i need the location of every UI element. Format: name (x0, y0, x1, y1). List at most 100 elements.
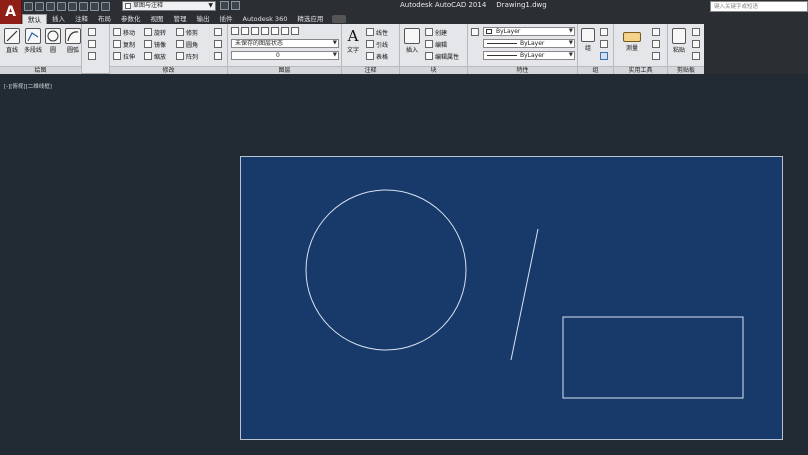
group-select-button[interactable] (600, 51, 610, 61)
polyline-tool-button[interactable]: 多段线 (22, 26, 44, 62)
leader-label: 引线 (376, 41, 389, 49)
match-properties-button[interactable] (471, 27, 481, 37)
paste-button[interactable]: 粘贴 (669, 26, 689, 62)
select-all-button[interactable] (652, 39, 662, 49)
region-tool-button[interactable] (88, 51, 98, 61)
array-button[interactable]: 阵列 (176, 51, 198, 61)
undo-icon[interactable] (79, 2, 88, 11)
layer-properties-button[interactable] (231, 26, 301, 36)
panel-modify-title[interactable]: 修改 (110, 66, 227, 74)
drawing-canvas[interactable] (241, 157, 784, 441)
linetype-sample-icon (487, 55, 517, 56)
workspace-dropdown[interactable]: 草图与注释 ▼ (122, 1, 216, 11)
ungroup-icon (600, 28, 608, 36)
cut-button[interactable] (692, 27, 702, 37)
match-button[interactable] (692, 51, 702, 61)
drawn-circle[interactable] (305, 189, 467, 351)
redo-icon[interactable] (90, 2, 99, 11)
ungroup-button[interactable] (600, 27, 610, 37)
tab-parametric[interactable]: 参数化 (116, 14, 146, 24)
insert-block-button[interactable]: 插入 (401, 26, 423, 62)
group-edit-button[interactable] (600, 39, 610, 49)
panel-block-title[interactable]: 块 (400, 66, 467, 74)
mirror-label: 镜像 (154, 41, 167, 49)
tab-plugins[interactable]: 插件 (215, 14, 238, 24)
create-block-button[interactable]: 创建 (425, 27, 447, 37)
measure-button[interactable]: 测量 (617, 26, 647, 62)
fillet-button[interactable]: 圆角 (176, 39, 198, 49)
copy-clip-button[interactable] (692, 39, 702, 49)
panel-clipboard-title[interactable]: 剪贴板 (668, 66, 704, 74)
tab-insert[interactable]: 插入 (47, 14, 70, 24)
new-file-icon[interactable] (24, 2, 33, 11)
rectangle-tool-button[interactable] (88, 27, 98, 37)
panel-properties-title[interactable]: 特性 (468, 66, 577, 74)
drawn-line[interactable] (510, 228, 539, 361)
save-as-icon[interactable] (57, 2, 66, 11)
search-input[interactable]: 键入关键字或短语 (710, 1, 808, 12)
lineweight-sample-icon (487, 43, 517, 44)
color-dropdown[interactable]: ByLayer ▼ (483, 27, 575, 36)
viewport-controls[interactable]: [-][俯视][二维线框] (4, 82, 52, 90)
tab-output[interactable]: 输出 (192, 14, 215, 24)
scale-button[interactable]: 缩放 (144, 51, 166, 61)
color-value: ByLayer (496, 28, 521, 35)
tab-featured-apps[interactable]: 精选应用 (292, 14, 328, 24)
calculator-button[interactable] (652, 51, 662, 61)
leader-icon (366, 40, 374, 48)
stretch-button[interactable]: 拉伸 (113, 51, 135, 61)
qat-dropdown-icon[interactable] (101, 2, 110, 11)
quick-select-button[interactable] (652, 27, 662, 37)
tab-annotate[interactable]: 注释 (70, 14, 93, 24)
tab-autodesk-360[interactable]: Autodesk 360 (238, 14, 293, 24)
drawn-rectangle[interactable] (562, 316, 744, 399)
copy-button[interactable]: 复制 (113, 39, 135, 49)
panel-layers-title[interactable]: 图层 (228, 66, 341, 74)
arc-tool-button[interactable]: 圆弧 (62, 26, 84, 62)
line-tool-button[interactable]: 直线 (1, 26, 23, 62)
save-icon[interactable] (46, 2, 55, 11)
linetype-dropdown[interactable]: ByLayer ▼ (483, 51, 575, 60)
leader-button[interactable]: 引线 (366, 39, 388, 49)
panel-groups-title[interactable]: 组 (578, 66, 613, 74)
hatch-tool-button[interactable] (88, 39, 98, 49)
lineweight-dropdown[interactable]: ByLayer ▼ (483, 39, 575, 48)
offset-button[interactable] (214, 51, 224, 61)
plot-icon[interactable] (68, 2, 77, 11)
trim-icon (176, 28, 184, 36)
group-button[interactable]: 组 (579, 26, 597, 62)
edit-block-button[interactable]: 编辑 (425, 39, 447, 49)
tab-layout[interactable]: 布局 (93, 14, 116, 24)
panel-annotation-title[interactable]: 注释 (342, 66, 399, 74)
insert-label: 插入 (405, 47, 418, 54)
move-button[interactable]: 移动 (113, 27, 135, 37)
tab-manage[interactable]: 管理 (169, 14, 192, 24)
chevron-down-icon: ▼ (568, 28, 573, 34)
ribbon-toggle-button[interactable] (332, 15, 347, 23)
layer-dropdown[interactable]: 0 ▼ (231, 51, 339, 60)
rotate-button[interactable]: 旋转 (144, 27, 166, 37)
rotate-icon (144, 28, 152, 36)
mirror-button[interactable]: 镜像 (144, 39, 166, 49)
circle-tool-button[interactable]: 圆 (42, 26, 64, 62)
layer-state-dropdown[interactable]: 未保存的图层状态 ▼ (231, 39, 339, 48)
tab-view[interactable]: 视图 (146, 14, 169, 24)
open-file-icon[interactable] (35, 2, 44, 11)
settings-icon[interactable] (220, 1, 229, 10)
more-icon[interactable] (231, 1, 240, 10)
panel-draw-title[interactable]: 绘图 (0, 66, 81, 74)
panel-utilities-title[interactable]: 实用工具 (614, 66, 667, 74)
move-icon (113, 28, 121, 36)
explode-button[interactable] (214, 39, 224, 49)
text-tool-button[interactable]: A 文字 (343, 26, 363, 62)
linear-dimension-button[interactable]: 线性 (366, 27, 388, 37)
table-button[interactable]: 表格 (366, 51, 388, 61)
edit-attributes-button[interactable]: 编辑属性 (425, 51, 459, 61)
match-icon (692, 52, 700, 60)
quick-access-toolbar (24, 1, 110, 12)
tab-default[interactable]: 默认 (22, 14, 47, 24)
erase-button[interactable] (214, 27, 224, 37)
trim-button[interactable]: 修剪 (176, 27, 198, 37)
paper-area (240, 156, 783, 440)
application-menu-button[interactable]: A (0, 0, 22, 24)
